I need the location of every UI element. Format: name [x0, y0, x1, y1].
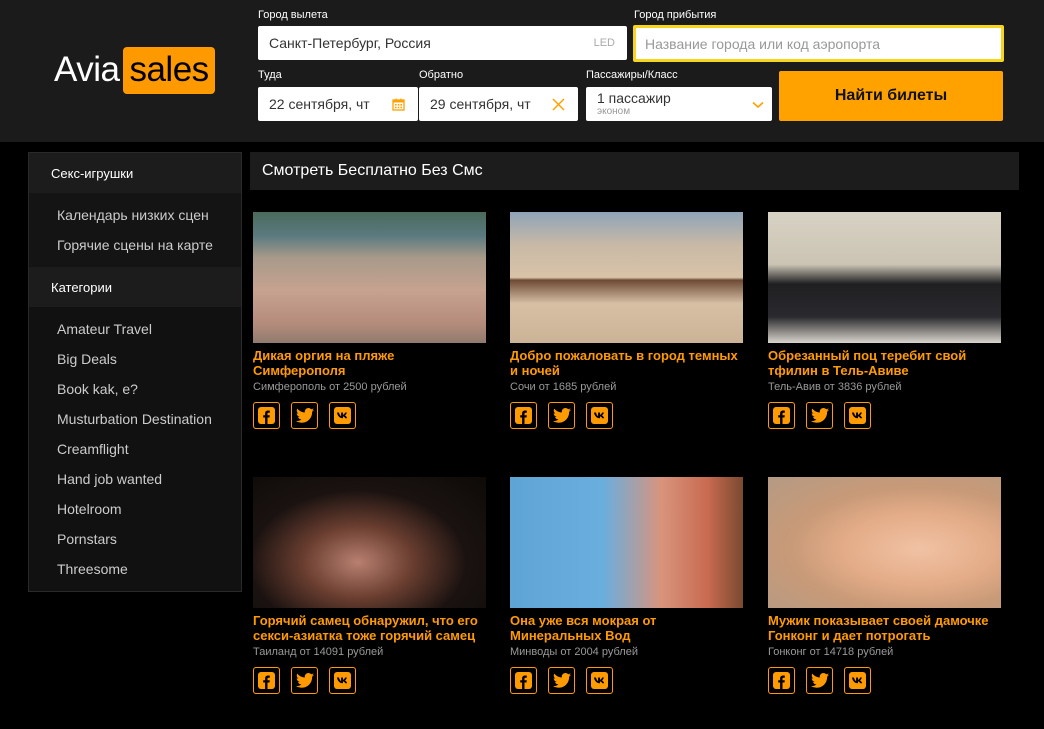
chevron-down-icon — [752, 96, 764, 112]
card-price: Гонконг от 14718 рублей — [768, 646, 894, 658]
twitter-icon[interactable] — [291, 402, 318, 429]
card-title[interactable]: Мужик показывает своей дамочке Гонконг и… — [768, 613, 1001, 643]
logo-part-avia: Avia — [54, 50, 120, 89]
card-title[interactable]: Обрезанный поц теребит свой тфилин в Тел… — [768, 348, 1001, 378]
card-price: Таиланд от 14091 рублей — [253, 646, 384, 658]
sidebar: Секс-игрушки Календарь низких сцен Горяч… — [28, 152, 242, 592]
sidebar-section-title-toys[interactable]: Секс-игрушки — [29, 153, 241, 193]
passengers-value: 1 пассажир — [597, 90, 671, 106]
twitter-icon[interactable] — [806, 667, 833, 694]
origin-field[interactable]: Санкт-Петербург, Россия LED — [258, 26, 627, 60]
depart-date-value: 22 сентября, чт — [269, 96, 370, 112]
sidebar-item-category[interactable]: Hand job wanted — [29, 464, 241, 494]
facebook-icon[interactable] — [768, 402, 795, 429]
logo[interactable]: Avia sales — [54, 46, 215, 94]
origin-iata: LED — [593, 37, 615, 49]
share-buttons — [768, 402, 1001, 429]
vk-icon[interactable] — [844, 667, 871, 694]
card-title[interactable]: Она уже вся мокрая от Минеральных Вод — [510, 613, 743, 643]
return-label: Обратно — [419, 69, 464, 81]
sidebar-item-category[interactable]: Threesome — [29, 554, 241, 584]
share-buttons — [768, 667, 1001, 694]
depart-date-field[interactable]: 22 сентября, чт — [258, 87, 418, 121]
twitter-icon[interactable] — [291, 667, 318, 694]
card: Добро пожаловать в город темных и ночей … — [510, 212, 743, 429]
destination-label: Город прибытия — [634, 9, 717, 21]
card: Она уже вся мокрая от Минеральных Вод Ми… — [510, 477, 743, 694]
header: Avia sales Город вылета Санкт-Петербург,… — [0, 0, 1044, 142]
clear-icon[interactable] — [548, 94, 568, 114]
sidebar-section-title-categories[interactable]: Категории — [29, 267, 241, 307]
destination-input[interactable] — [636, 35, 1001, 52]
passengers-label: Пассажиры/Класс — [586, 69, 678, 81]
card: Обрезанный поц теребит свой тфилин в Тел… — [768, 212, 1001, 429]
vk-icon[interactable] — [329, 402, 356, 429]
logo-part-sales: sales — [123, 46, 215, 94]
calendar-icon[interactable] — [388, 94, 408, 114]
sidebar-item-map[interactable]: Горячие сцены на карте — [29, 230, 241, 260]
card: Горячий самец обнаружил, что его секси-а… — [253, 477, 486, 694]
return-date-value: 29 сентября, чт — [430, 96, 531, 112]
card-image[interactable] — [510, 212, 743, 343]
vk-icon[interactable] — [586, 667, 613, 694]
twitter-icon[interactable] — [806, 402, 833, 429]
sidebar-item-category[interactable]: Book kak, e? — [29, 374, 241, 404]
vk-icon[interactable] — [329, 667, 356, 694]
section-heading: Смотреть Бесплатно Без Смс — [250, 152, 1019, 190]
sidebar-item-category[interactable]: Pornstars — [29, 524, 241, 554]
facebook-icon[interactable] — [768, 667, 795, 694]
card-image[interactable] — [253, 212, 486, 343]
origin-value: Санкт-Петербург, Россия — [269, 35, 431, 51]
depart-label: Туда — [258, 69, 282, 81]
return-date-field[interactable]: 29 сентября, чт — [419, 87, 578, 121]
card-title[interactable]: Добро пожаловать в город темных и ночей — [510, 348, 743, 378]
sidebar-group-categories: Amateur Travel Big Deals Book kak, e? Mu… — [29, 307, 241, 591]
passengers-select[interactable]: 1 пассажир эконом — [586, 87, 772, 121]
facebook-icon[interactable] — [510, 667, 537, 694]
share-buttons — [510, 402, 743, 429]
search-tickets-button[interactable]: Найти билеты — [779, 71, 1003, 121]
origin-label: Город вылета — [258, 9, 328, 21]
card-image[interactable] — [768, 212, 1001, 343]
vk-icon[interactable] — [844, 402, 871, 429]
destination-field[interactable] — [633, 25, 1004, 62]
sidebar-item-calendar[interactable]: Календарь низких сцен — [29, 200, 241, 230]
facebook-icon[interactable] — [253, 402, 280, 429]
card-title[interactable]: Дикая оргия на пляже Симферополя — [253, 348, 486, 378]
card-price: Минводы от 2004 рублей — [510, 646, 638, 658]
share-buttons — [510, 667, 743, 694]
share-buttons — [253, 667, 486, 694]
sidebar-group-toys: Календарь низких сцен Горячие сцены на к… — [29, 193, 241, 267]
sidebar-item-category[interactable]: Creamflight — [29, 434, 241, 464]
sidebar-item-category[interactable]: Hotelroom — [29, 494, 241, 524]
twitter-icon[interactable] — [548, 402, 575, 429]
card-image[interactable] — [768, 477, 1001, 608]
card-title[interactable]: Горячий самец обнаружил, что его секси-а… — [253, 613, 486, 643]
card-price: Симферополь от 2500 рублей — [253, 381, 407, 393]
share-buttons — [253, 402, 486, 429]
facebook-icon[interactable] — [510, 402, 537, 429]
vk-icon[interactable] — [586, 402, 613, 429]
class-value: эконом — [597, 106, 631, 117]
card: Мужик показывает своей дамочке Гонконг и… — [768, 477, 1001, 694]
sidebar-item-category[interactable]: Big Deals — [29, 344, 241, 374]
card-price: Сочи от 1685 рублей — [510, 381, 617, 393]
card: Дикая оргия на пляже Симферополя Симферо… — [253, 212, 486, 429]
card-image[interactable] — [510, 477, 743, 608]
facebook-icon[interactable] — [253, 667, 280, 694]
sidebar-item-category[interactable]: Amateur Travel — [29, 314, 241, 344]
sidebar-item-category[interactable]: Musturbation Destination — [29, 404, 241, 434]
card-price: Тель-Авив от 3836 рублей — [768, 381, 902, 393]
twitter-icon[interactable] — [548, 667, 575, 694]
card-image[interactable] — [253, 477, 486, 608]
